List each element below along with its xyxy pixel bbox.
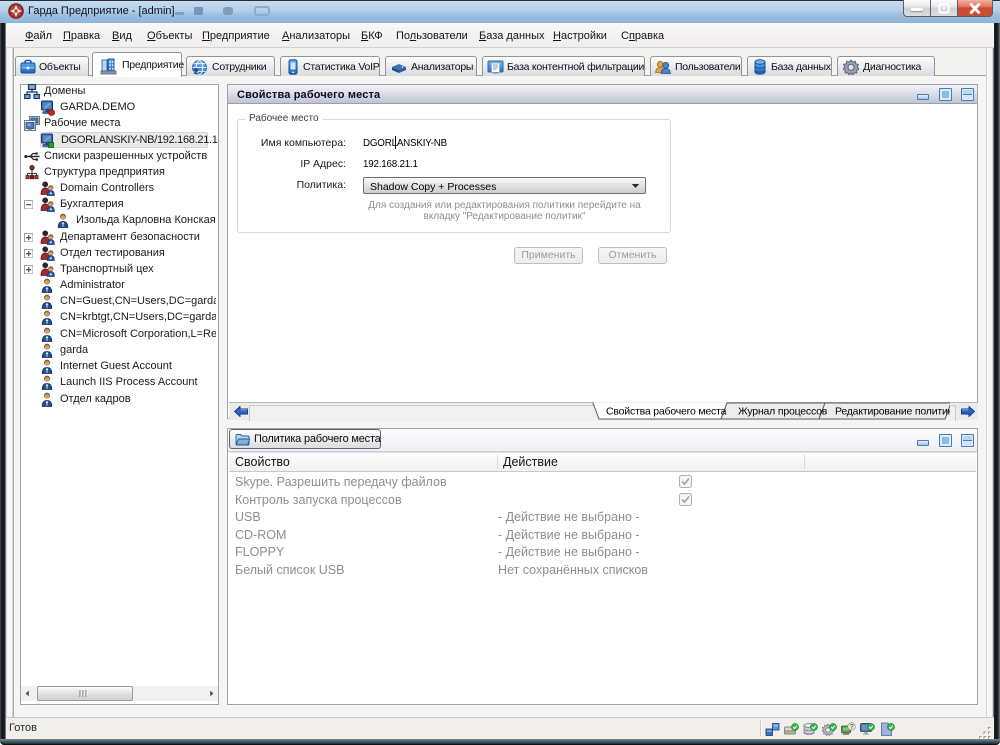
svg-text:Журнал процессов: Журнал процессов [738, 406, 828, 418]
svg-text:?: ? [850, 724, 854, 731]
svg-text:Редактирование политик: Редактирование политик [835, 406, 950, 418]
svg-text:Свойства рабочего места: Свойства рабочего места [606, 406, 727, 418]
